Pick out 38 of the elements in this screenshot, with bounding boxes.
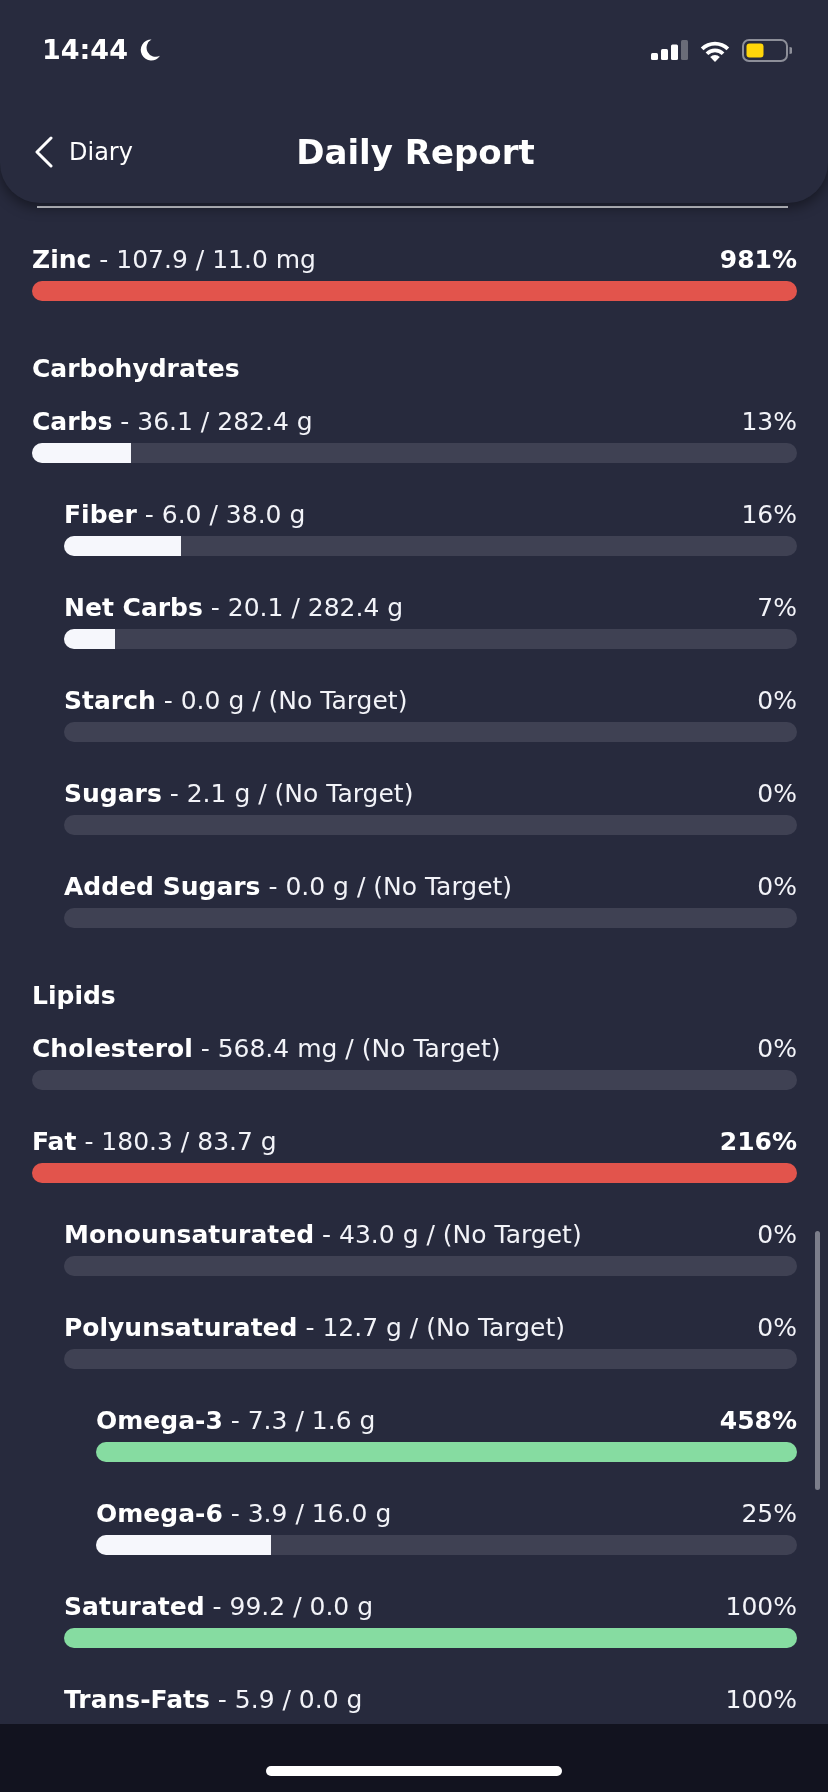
nutrient-label: Carbs - 36.1 / 282.4 g bbox=[32, 406, 313, 437]
chevron-left-icon bbox=[35, 135, 53, 168]
page-title: Daily Report bbox=[296, 130, 535, 173]
back-button[interactable]: Diary bbox=[33, 131, 135, 172]
percent-value: 16% bbox=[741, 499, 797, 530]
nutrient-label: Zinc - 107.9 / 11.0 mg bbox=[32, 244, 316, 275]
nutrient-label: Starch - 0.0 g / (No Target) bbox=[64, 685, 408, 716]
percent-value: 458% bbox=[719, 1405, 797, 1436]
nutrient-label: Fiber - 6.0 / 38.0 g bbox=[64, 499, 306, 530]
nutrient-label: Net Carbs - 20.1 / 282.4 g bbox=[64, 592, 404, 623]
nutrient-label: Fat - 180.3 / 83.7 g bbox=[32, 1126, 277, 1157]
nutrient-label: Omega-3 - 7.3 / 1.6 g bbox=[96, 1405, 376, 1436]
percent-value: 0% bbox=[757, 1312, 797, 1343]
nutrient-label: Omega-6 - 3.9 / 16.0 g bbox=[96, 1498, 392, 1529]
nutrient-label: Monounsaturated - 43.0 g / (No Target) bbox=[64, 1219, 582, 1250]
status-time: 14:44 bbox=[42, 34, 128, 66]
percent-value: 981% bbox=[719, 244, 797, 275]
percent-value: 0% bbox=[757, 1219, 797, 1250]
percent-value: 7% bbox=[757, 592, 797, 623]
percent-value: 100% bbox=[725, 1591, 797, 1622]
nutrient-label: Polyunsaturated - 12.7 g / (No Target) bbox=[64, 1312, 565, 1343]
signal-icon bbox=[651, 40, 688, 60]
percent-value: 0% bbox=[757, 1033, 797, 1064]
battery-icon bbox=[742, 38, 792, 62]
percent-value: 25% bbox=[741, 1498, 797, 1529]
percent-value: 0% bbox=[757, 685, 797, 716]
nutrient-label: Sugars - 2.1 g / (No Target) bbox=[64, 778, 414, 809]
section-heading: Carbohydrates bbox=[32, 353, 241, 384]
section-heading: Lipids bbox=[32, 980, 117, 1011]
nutrient-label: Saturated - 99.2 / 0.0 g bbox=[64, 1591, 374, 1622]
nutrient-label: Added Sugars - 0.0 g / (No Target) bbox=[64, 871, 513, 902]
percent-value: 13% bbox=[741, 406, 797, 437]
nutrient-label: Trans-Fats - 5.9 / 0.0 g bbox=[64, 1684, 363, 1715]
nutrient-label: Cholesterol - 568.4 mg / (No Target) bbox=[32, 1033, 501, 1064]
percent-value: 0% bbox=[757, 871, 797, 902]
percent-value: 216% bbox=[719, 1126, 797, 1157]
percent-value: 100% bbox=[725, 1684, 797, 1715]
percent-value: 0% bbox=[757, 778, 797, 809]
